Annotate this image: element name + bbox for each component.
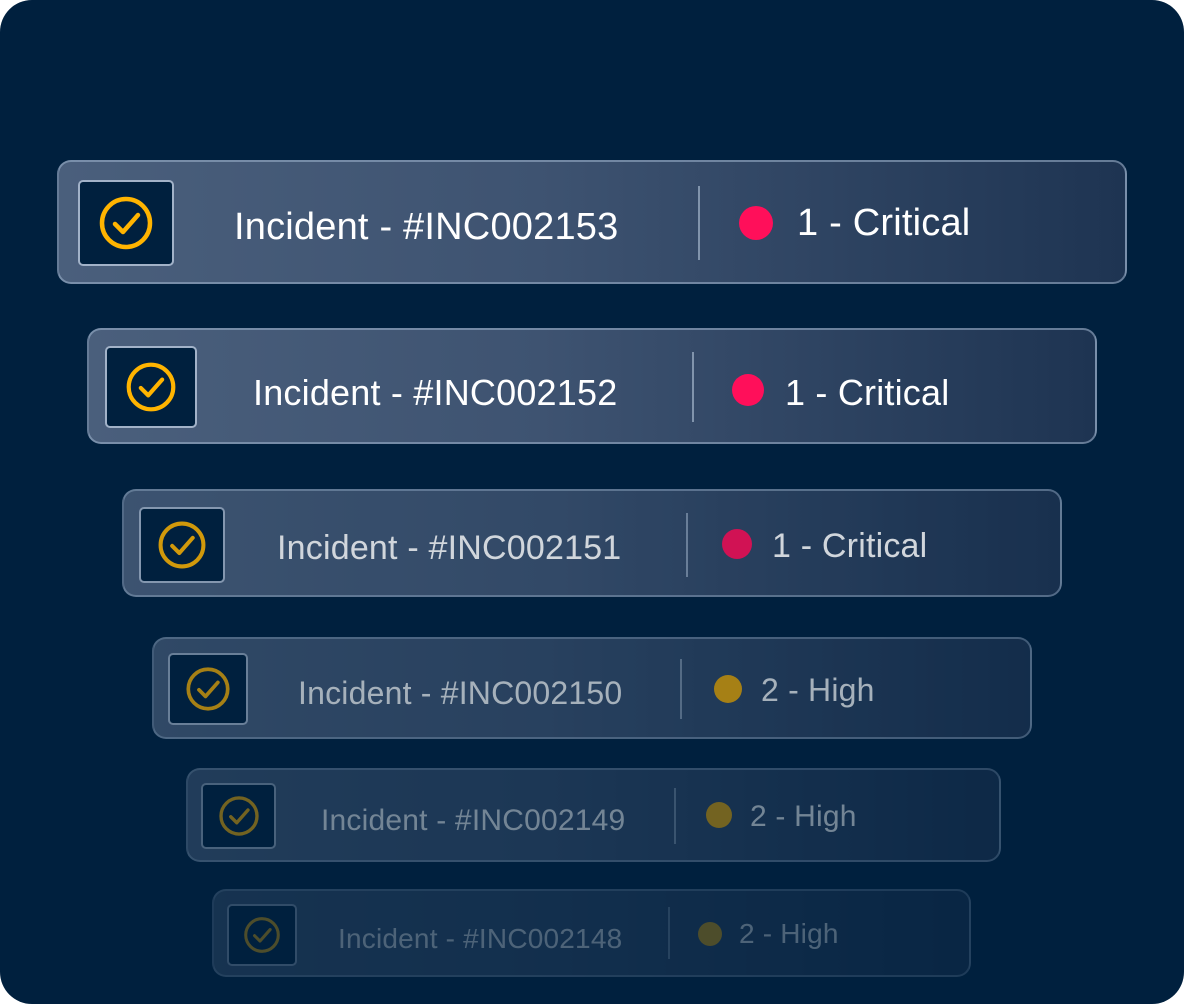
critical-priority-dot bbox=[732, 374, 764, 406]
incident-card[interactable]: Incident - #INC002148 2 - High bbox=[212, 889, 971, 977]
incident-card[interactable]: Incident - #INC002153 1 - Critical bbox=[57, 160, 1127, 284]
check-circle-icon bbox=[158, 521, 206, 569]
high-priority-dot bbox=[714, 675, 742, 703]
check-circle-icon bbox=[218, 796, 259, 836]
incident-title: Incident - #INC002149 bbox=[321, 804, 626, 837]
incident-title: Incident - #INC002152 bbox=[253, 372, 618, 413]
priority-label: 1 - Critical bbox=[772, 527, 928, 565]
check-circle-icon bbox=[126, 362, 176, 412]
divider bbox=[680, 659, 682, 719]
incident-checkbox[interactable] bbox=[78, 180, 174, 266]
incident-title: Incident - #INC002153 bbox=[234, 206, 619, 248]
priority-label: 1 - Critical bbox=[785, 372, 950, 413]
incident-title: Incident - #INC002150 bbox=[298, 675, 623, 711]
priority-label: 2 - High bbox=[761, 672, 875, 708]
incident-checkbox[interactable] bbox=[139, 507, 225, 583]
incident-checkbox[interactable] bbox=[201, 783, 276, 849]
divider bbox=[698, 186, 700, 260]
incident-card[interactable]: Incident - #INC002152 1 - Critical bbox=[87, 328, 1097, 444]
priority-label: 1 - Critical bbox=[797, 202, 971, 244]
divider bbox=[668, 907, 670, 959]
priority-label: 2 - High bbox=[739, 918, 839, 949]
priority-label: 2 - High bbox=[750, 800, 857, 833]
divider bbox=[692, 352, 694, 422]
critical-priority-dot bbox=[722, 529, 752, 559]
high-priority-dot bbox=[706, 802, 732, 828]
incident-list-panel: Incident - #INC002153 1 - Critical Incid… bbox=[0, 0, 1184, 1004]
check-circle-icon bbox=[244, 917, 280, 953]
incident-checkbox[interactable] bbox=[105, 346, 197, 428]
divider bbox=[674, 788, 676, 844]
incident-title: Incident - #INC002151 bbox=[277, 529, 622, 567]
incident-checkbox[interactable] bbox=[227, 904, 297, 966]
divider bbox=[686, 513, 688, 577]
check-circle-icon bbox=[186, 667, 230, 711]
check-circle-icon bbox=[99, 196, 153, 250]
critical-priority-dot bbox=[739, 206, 773, 240]
incident-checkbox[interactable] bbox=[168, 653, 248, 725]
incident-card[interactable]: Incident - #INC002151 1 - Critical bbox=[122, 489, 1062, 597]
high-priority-dot bbox=[698, 922, 722, 946]
incident-card[interactable]: Incident - #INC002149 2 - High bbox=[186, 768, 1001, 862]
incident-card[interactable]: Incident - #INC002150 2 - High bbox=[152, 637, 1032, 739]
incident-title: Incident - #INC002148 bbox=[338, 923, 623, 954]
